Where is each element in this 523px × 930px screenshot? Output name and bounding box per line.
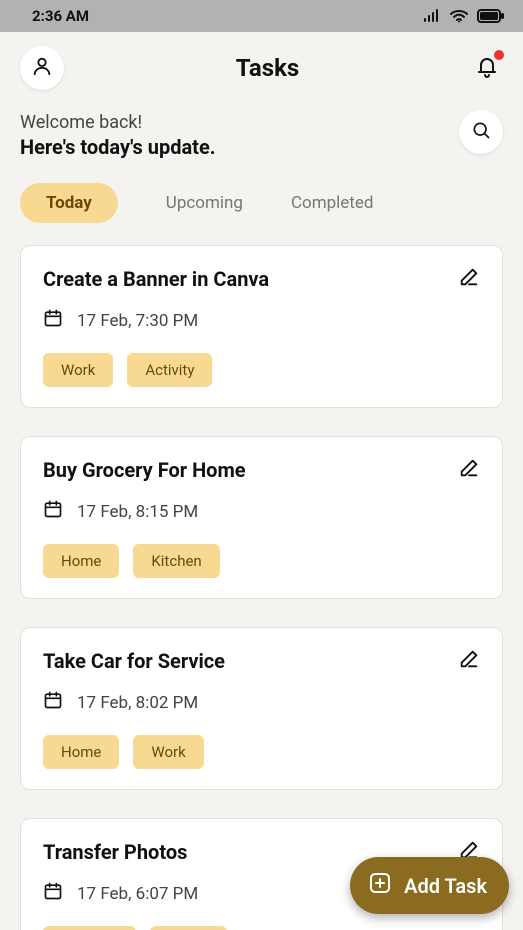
calendar-icon	[43, 499, 63, 524]
task-tag[interactable]: Work	[43, 353, 113, 387]
task-tag[interactable]: Activity	[127, 353, 212, 387]
task-title: Buy Grocery For Home	[43, 458, 246, 482]
battery-icon	[477, 9, 505, 23]
task-tag[interactable]: Home	[150, 926, 226, 930]
task-tag[interactable]: Home	[43, 735, 119, 769]
task-date: 17 Feb, 6:07 PM	[77, 884, 198, 904]
edit-icon[interactable]	[458, 648, 480, 674]
task-date: 17 Feb, 7:30 PM	[77, 311, 198, 331]
welcome-row: Welcome back! Here's today's update.	[20, 112, 503, 159]
task-tag[interactable]: Work	[133, 735, 203, 769]
task-list: Create a Banner in Canva 17 Feb, 7:30 PM…	[20, 245, 503, 930]
task-tag[interactable]: Home	[43, 544, 119, 578]
search-button[interactable]	[459, 110, 503, 154]
notifications-button[interactable]	[471, 52, 503, 84]
status-bar: 2:36 AM	[0, 0, 523, 32]
status-time: 2:36 AM	[32, 7, 89, 25]
task-tag[interactable]: Kitchen	[133, 544, 219, 578]
profile-button[interactable]	[20, 46, 64, 90]
calendar-icon	[43, 881, 63, 906]
task-date: 17 Feb, 8:02 PM	[77, 693, 198, 713]
task-title: Create a Banner in Canva	[43, 267, 269, 291]
search-icon	[471, 120, 491, 144]
wifi-icon	[449, 9, 469, 23]
notification-dot	[494, 50, 504, 60]
welcome-subtitle: Here's today's update.	[20, 135, 216, 159]
status-icons	[423, 9, 505, 23]
task-date: 17 Feb, 8:15 PM	[77, 502, 198, 522]
calendar-icon	[43, 308, 63, 333]
page-title: Tasks	[236, 54, 299, 82]
task-title: Take Car for Service	[43, 649, 225, 673]
plus-icon	[368, 871, 392, 900]
task-tag[interactable]: LifeStyle	[43, 926, 136, 930]
task-card[interactable]: Buy Grocery For Home 17 Feb, 8:15 PM Hom…	[20, 436, 503, 599]
welcome-greeting: Welcome back!	[20, 112, 216, 133]
tabs: Today Upcoming Completed	[20, 183, 503, 223]
signal-icon	[423, 9, 441, 23]
task-card[interactable]: Take Car for Service 17 Feb, 8:02 PM Hom…	[20, 627, 503, 790]
tab-today[interactable]: Today	[20, 183, 118, 223]
tab-upcoming[interactable]: Upcoming	[166, 193, 243, 213]
topbar: Tasks	[20, 46, 503, 90]
add-task-label: Add Task	[404, 874, 487, 898]
tab-completed[interactable]: Completed	[291, 193, 374, 213]
task-card[interactable]: Create a Banner in Canva 17 Feb, 7:30 PM…	[20, 245, 503, 408]
user-icon	[31, 55, 53, 81]
edit-icon[interactable]	[458, 266, 480, 292]
task-title: Transfer Photos	[43, 840, 187, 864]
calendar-icon	[43, 690, 63, 715]
add-task-button[interactable]: Add Task	[350, 857, 509, 914]
edit-icon[interactable]	[458, 457, 480, 483]
